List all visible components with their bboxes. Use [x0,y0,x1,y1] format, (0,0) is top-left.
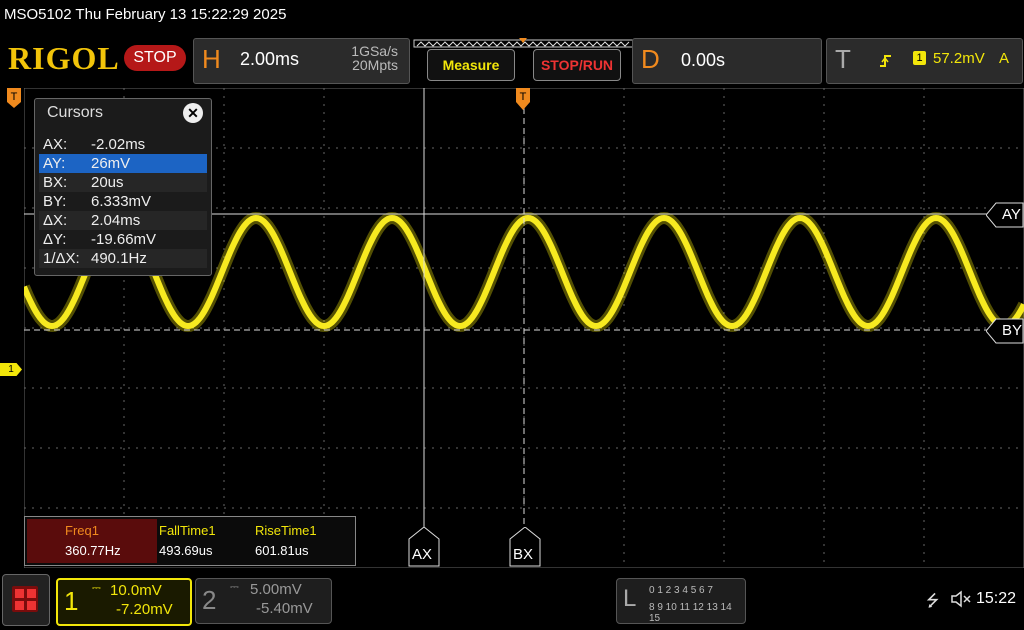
channel2-number: 2 [202,585,217,615]
close-icon[interactable]: ✕ [183,103,203,123]
channel1-number: 1 [64,586,79,616]
cursors-panel[interactable]: Cursors ✕ AX: -2.02ms AY: 26mV BX: 20us BY:… [34,98,212,276]
channel2-offset: -5.40mV [256,600,313,617]
trigger-level: 57.2mV [933,50,985,67]
cursor-key: BY: [43,193,67,210]
clock-time: 15:22 [976,590,1017,607]
measurement-value: 601.81us [255,543,309,558]
grid-menu-icon [12,586,38,612]
logic-channels-row1: 0 1 2 3 4 5 6 7 [649,585,713,596]
cursor-ax-label: AX [412,546,433,563]
logic-channels-row2: 8 9 10 11 12 13 14 15 [649,602,732,624]
cursor-key: 1/ΔX: [43,250,80,267]
channel2-panel[interactable]: 2 ⎓ 5.00mV -5.40mV [195,578,332,624]
cursor-row-dx[interactable]: ΔX: 2.04ms [39,211,207,230]
measure-button[interactable]: Measure [427,49,515,81]
cursor-value: 20us [91,174,124,191]
trigger-letter: T [835,44,851,74]
dc-coupling-icon: ⎓ [230,581,239,593]
cursor-value: -19.66mV [91,231,157,248]
logic-analyzer-panel[interactable]: L 0 1 2 3 4 5 6 7 8 9 10 11 12 13 14 15 [616,578,746,624]
cursor-bx-label: BX [513,546,534,563]
sample-info: 1GSa/s 20Mpts [323,44,398,72]
cursor-value: 6.333mV [91,193,152,210]
delay-panel[interactable]: D 0.00s [632,38,822,84]
trigger-level-marker[interactable]: T [7,88,21,108]
run-state-badge[interactable]: STOP [124,45,186,71]
cursor-value: -2.02ms [91,136,146,153]
cursor-key: ΔY: [43,231,67,248]
cursor-value: 26mV [91,155,131,172]
logic-letter: L [623,585,637,612]
cursor-key: ΔX: [43,212,68,229]
sample-rate: 1GSa/s [351,43,398,59]
cursor-row-inv-dx[interactable]: 1/ΔX: 490.1Hz [39,249,207,268]
delay-letter: D [641,44,660,74]
delay-value: 0.00s [681,50,726,70]
measurement-panel[interactable]: Freq1 360.77Hz FallTime1 493.69us RiseTi… [24,516,356,566]
cursor-key: AY: [43,155,66,172]
memory-depth: 20Mpts [352,57,398,73]
trigger-position-marker[interactable]: T [516,88,530,110]
rigol-logo: RIGOL [8,40,120,76]
svg-text:T: T [11,91,18,103]
trigger-panel[interactable]: T 1 57.2mV A [826,38,1023,84]
measurement-name: Freq1 [65,523,99,538]
cursor-value: 490.1Hz [91,250,147,267]
cursor-key: AX: [43,136,68,153]
measurement-name: RiseTime1 [255,523,317,538]
cursor-value: 2.04ms [91,212,141,229]
measurement-name: FallTime1 [159,523,216,538]
dc-coupling-icon: ⎓ [92,582,101,594]
cursor-row-bx[interactable]: BX: 20us [39,173,207,192]
rising-edge-icon [880,55,891,67]
cursor-row-ay[interactable]: AY: 26mV [39,154,207,173]
window-title: MSO5102 Thu February 13 15:22:29 2025 [4,6,287,23]
horizontal-letter: H [202,44,221,74]
stop-run-button[interactable]: STOP/RUN [533,49,621,81]
svg-text:T: T [520,91,527,103]
cursor-row-ax[interactable]: AX: -2.02ms [39,135,207,154]
measurement-value: 493.69us [159,543,213,558]
menu-button[interactable] [2,574,50,626]
timebase-value: 2.00ms [240,49,300,69]
trigger-mode: A [999,50,1010,67]
channel1-scale: 10.0mV [110,582,162,599]
cursor-row-dy[interactable]: ΔY: -19.66mV [39,230,207,249]
cursor-key: BX: [43,174,68,191]
speaker-muted-icon[interactable] [950,590,972,608]
cursor-row-by[interactable]: BY: 6.333mV [39,192,207,211]
usb-icon: ⭍ [926,593,940,610]
trigger-source-badge: 1 [913,51,926,65]
cursor-ay-label: AY [1002,206,1021,223]
channel1-offset-marker[interactable]: 1 [0,363,22,376]
measurement-value: 360.77Hz [65,543,121,558]
channel2-scale: 5.00mV [250,581,302,598]
cursor-by-label: BY [1002,322,1023,339]
channel1-panel[interactable]: 1 ⎓ 10.0mV -7.20mV [56,578,192,626]
channel1-offset: -7.20mV [116,601,173,618]
